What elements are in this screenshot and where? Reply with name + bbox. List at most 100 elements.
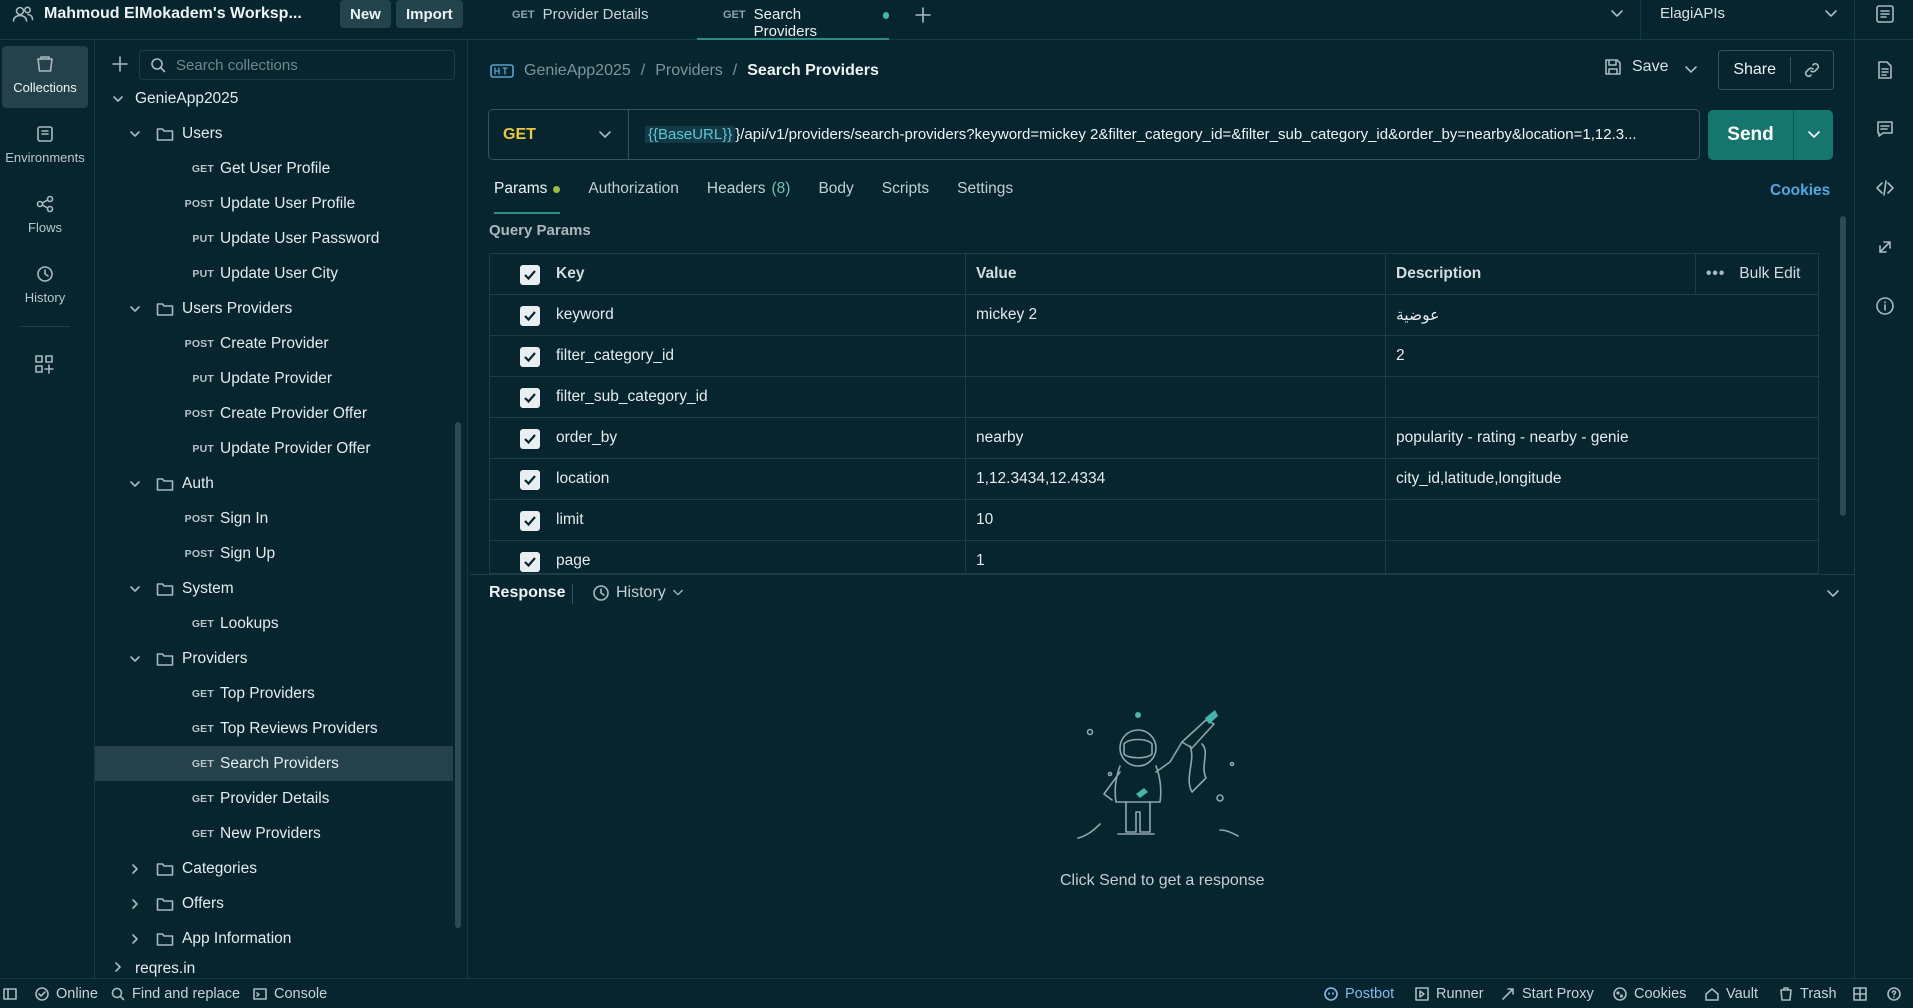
more-options-icon[interactable]: ••• (1706, 265, 1725, 283)
info-icon[interactable] (1875, 296, 1895, 316)
param-enabled-checkbox[interactable] (520, 511, 540, 531)
request-sign-up[interactable]: POST Sign Up (95, 536, 453, 571)
tab-settings[interactable]: Settings (957, 180, 1013, 214)
share-button[interactable]: Share (1719, 61, 1790, 79)
folder-auth[interactable]: Auth (95, 466, 453, 501)
documentation-icon[interactable] (1875, 60, 1895, 80)
param-enabled-checkbox[interactable] (520, 347, 540, 367)
param-value-cell[interactable] (965, 336, 1385, 376)
layout-icon[interactable] (1852, 979, 1868, 1008)
import-button[interactable]: Import (396, 0, 463, 28)
tab-search-providers[interactable]: GET Search Providers (697, 0, 889, 40)
send-button[interactable]: Send (1708, 124, 1793, 146)
param-description-cell[interactable] (1385, 500, 1818, 540)
cookies-link[interactable]: Cookies (1770, 182, 1830, 200)
cookies-button[interactable]: Cookies (1612, 979, 1686, 1008)
param-key-cell[interactable]: filter_sub_category_id (546, 377, 965, 417)
params-scrollbar[interactable] (1840, 216, 1846, 516)
tab-params[interactable]: Params (494, 180, 561, 214)
tab-provider-details[interactable]: GET Provider Details (492, 0, 684, 40)
send-options-button[interactable] (1793, 110, 1833, 160)
param-enabled-checkbox[interactable] (520, 470, 540, 490)
environment-quicklook-icon[interactable] (1875, 4, 1895, 24)
online-status[interactable]: Online (34, 979, 98, 1008)
request-create-provider[interactable]: POST Create Provider (95, 326, 453, 361)
param-description-cell[interactable]: popularity - rating - nearby - genie (1385, 418, 1818, 458)
collection-genieapp2025[interactable]: GenieApp2025 (95, 81, 453, 116)
request-update-provider[interactable]: PUT Update Provider (95, 361, 453, 396)
sidebar-scrollbar[interactable] (455, 422, 461, 928)
toggle-sidebar-icon[interactable] (2, 979, 18, 1008)
param-value-cell[interactable]: 1 (965, 541, 1385, 573)
collection-reqres[interactable]: reqres.in (95, 956, 453, 978)
console-button[interactable]: Console (252, 979, 327, 1008)
param-description-cell[interactable]: 2 (1385, 336, 1818, 376)
folder-users[interactable]: Users (95, 116, 453, 151)
request-update-user-profile[interactable]: POST Update User Profile (95, 186, 453, 221)
bulk-edit-button[interactable]: Bulk Edit (1739, 265, 1800, 283)
code-icon[interactable] (1875, 178, 1895, 198)
new-button[interactable]: New (340, 0, 391, 28)
param-enabled-checkbox[interactable] (520, 388, 540, 408)
find-replace-button[interactable]: Find and replace (110, 979, 240, 1008)
tab-scripts[interactable]: Scripts (882, 180, 929, 214)
tabs-overflow-chevron-icon[interactable] (1610, 8, 1624, 20)
param-enabled-checkbox[interactable] (520, 306, 540, 326)
help-icon[interactable] (1886, 979, 1902, 1008)
related-collections-icon[interactable] (1875, 237, 1895, 257)
param-value-cell[interactable] (965, 377, 1385, 417)
postbot-button[interactable]: Postbot (1323, 979, 1394, 1008)
param-value-cell[interactable]: 10 (965, 500, 1385, 540)
param-key-cell[interactable]: limit (546, 500, 965, 540)
param-key-cell[interactable]: page (546, 541, 965, 573)
tab-authorization[interactable]: Authorization (588, 180, 678, 214)
folder-app-information[interactable]: App Information (95, 921, 453, 956)
configure-sidebar-icon[interactable] (34, 354, 54, 374)
response-divider[interactable] (470, 574, 1854, 575)
url-input[interactable]: {{BaseURL}}}/api/v1/providers/search-pro… (629, 126, 1689, 143)
save-options-chevron-icon[interactable] (1684, 64, 1698, 76)
request-search-providers[interactable]: GET Search Providers (95, 746, 453, 781)
start-proxy-button[interactable]: Start Proxy (1500, 979, 1594, 1008)
rail-flows[interactable]: Flows (0, 194, 90, 250)
request-new-providers[interactable]: GET New Providers (95, 816, 453, 851)
param-key-cell[interactable]: filter_category_id (546, 336, 965, 376)
rail-history[interactable]: History (0, 264, 90, 320)
param-key-cell[interactable]: location (546, 459, 965, 499)
param-value-cell[interactable]: 1,12.3434,12.4334 (965, 459, 1385, 499)
request-provider-details[interactable]: GET Provider Details (95, 781, 453, 816)
collapse-response-chevron-icon[interactable] (1826, 588, 1840, 600)
comments-icon[interactable] (1875, 119, 1895, 139)
param-enabled-checkbox[interactable] (520, 429, 540, 449)
param-description-cell[interactable] (1385, 377, 1818, 417)
save-button[interactable]: Save (1604, 58, 1668, 76)
rail-environments[interactable]: Environments (0, 124, 90, 180)
environment-selector[interactable]: ElagiAPIs (1660, 5, 1838, 22)
request-lookups[interactable]: GET Lookups (95, 606, 453, 641)
runner-button[interactable]: Runner (1414, 979, 1484, 1008)
param-key-cell[interactable]: keyword (546, 295, 965, 335)
breadcrumb-request[interactable]: Search Providers (747, 62, 879, 80)
request-create-provider-offer[interactable]: POST Create Provider Offer (95, 396, 453, 431)
copy-link-icon[interactable] (1791, 61, 1833, 79)
vault-button[interactable]: Vault (1704, 979, 1758, 1008)
param-description-cell[interactable]: city_id,latitude,longitude (1385, 459, 1818, 499)
param-description-cell[interactable] (1385, 541, 1818, 573)
response-history-dropdown[interactable]: History (592, 584, 684, 602)
add-tab-icon[interactable] (914, 6, 932, 24)
method-select[interactable]: GET (489, 110, 629, 159)
request-get-user-profile[interactable]: GET Get User Profile (95, 151, 453, 186)
request-update-user-city[interactable]: PUT Update User City (95, 256, 453, 291)
workspace-switcher[interactable]: Mahmoud ElMokadem's Worksp... (12, 0, 302, 28)
request-top-providers[interactable]: GET Top Providers (95, 676, 453, 711)
select-all-checkbox[interactable] (520, 265, 540, 285)
param-value-cell[interactable]: nearby (965, 418, 1385, 458)
folder-system[interactable]: System (95, 571, 453, 606)
request-update-user-password[interactable]: PUT Update User Password (95, 221, 453, 256)
request-update-provider-offer[interactable]: PUT Update Provider Offer (95, 431, 453, 466)
folder-users-providers[interactable]: Users Providers (95, 291, 453, 326)
search-collections-input[interactable]: Search collections (139, 50, 455, 80)
rail-collections[interactable]: Collections (2, 46, 88, 108)
param-description-cell[interactable]: عوضية (1385, 295, 1818, 335)
folder-offers[interactable]: Offers (95, 886, 453, 921)
